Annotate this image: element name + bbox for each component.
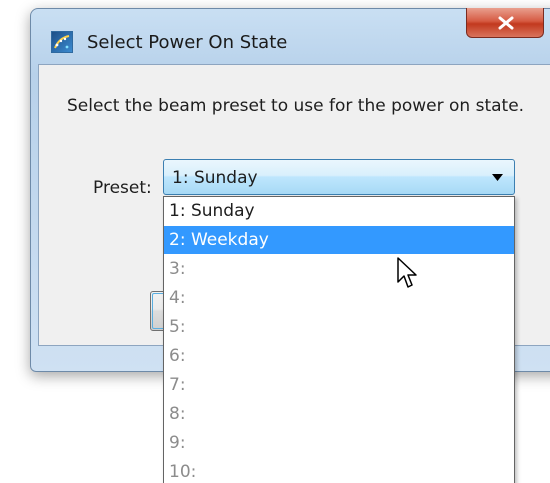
preset-option-3[interactable]: 3: bbox=[164, 255, 514, 283]
preset-option-10[interactable]: 10: bbox=[164, 458, 514, 483]
preset-combobox-value: 1: Sunday bbox=[172, 168, 258, 188]
preset-option-5[interactable]: 5: bbox=[164, 313, 514, 341]
preset-option-8[interactable]: 8: bbox=[164, 400, 514, 428]
preset-option-4[interactable]: 4: bbox=[164, 284, 514, 312]
preset-option-6[interactable]: 6: bbox=[164, 342, 514, 370]
preset-option-7[interactable]: 7: bbox=[164, 371, 514, 399]
screenshot-stage: Select Power On State Select the beam pr… bbox=[0, 0, 550, 483]
preset-dropdown-list[interactable]: 1: Sunday 2: Weekday 3: 4: 5: 6: 7: 8: 9… bbox=[163, 196, 515, 483]
instruction-text: Select the beam preset to use for the po… bbox=[67, 96, 525, 116]
close-button[interactable] bbox=[466, 8, 544, 38]
close-icon bbox=[498, 16, 514, 30]
preset-option-2[interactable]: 2: Weekday bbox=[164, 226, 514, 254]
preset-option-9[interactable]: 9: bbox=[164, 429, 514, 457]
preset-option-1[interactable]: 1: Sunday bbox=[164, 197, 514, 225]
app-icon bbox=[51, 31, 73, 53]
window-title: Select Power On State bbox=[87, 32, 288, 53]
chevron-down-icon bbox=[492, 174, 503, 181]
preset-combobox[interactable]: 1: Sunday bbox=[163, 159, 515, 195]
title-bar[interactable]: Select Power On State bbox=[31, 8, 550, 63]
preset-label: Preset: bbox=[93, 178, 152, 198]
